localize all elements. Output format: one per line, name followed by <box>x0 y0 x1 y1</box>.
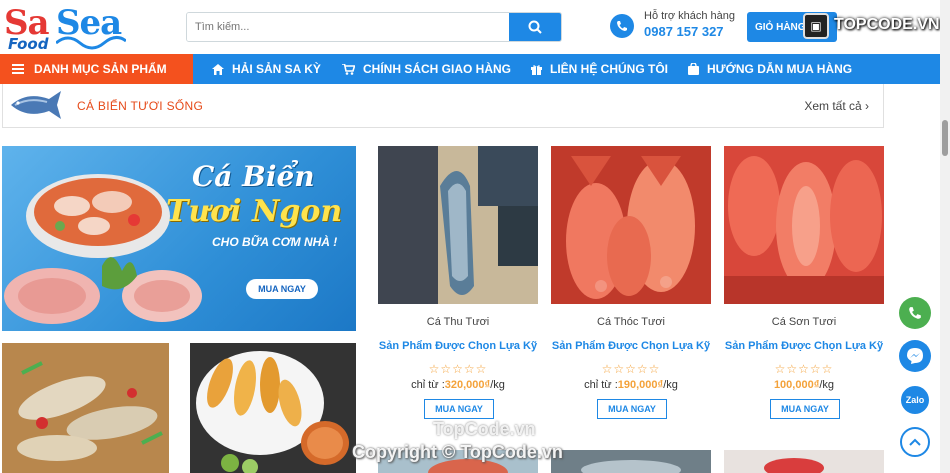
product-name[interactable]: Cá Thóc Tươi <box>551 316 711 328</box>
nav-item-contact[interactable]: LIÊN HỆ CHÚNG TÔI <box>531 54 668 84</box>
nav-item-label: HẢI SẢN SA KỲ <box>232 62 321 76</box>
section-header: CÁ BIỂN TƯƠI SỐNG Xem tất cả › <box>2 84 884 128</box>
snapper-photo <box>724 146 884 304</box>
product-image-partial[interactable] <box>551 450 711 473</box>
nav-item-home[interactable]: HẢI SẢN SA KỲ <box>212 54 321 84</box>
search-input[interactable] <box>187 13 511 41</box>
price-unit: /kg <box>663 379 678 391</box>
banner-buy-button[interactable]: MUA NGAY <box>246 279 318 299</box>
product-name[interactable]: Cá Sơn Tươi <box>724 316 884 328</box>
red-fish-photo <box>551 146 711 304</box>
search-bar <box>186 12 562 42</box>
call-button[interactable] <box>899 297 931 329</box>
product-rating: ☆☆☆☆☆ <box>428 362 488 376</box>
customer-support[interactable]: Hỗ trợ khách hàng 0987 157 327 <box>610 8 740 44</box>
product-rating: ☆☆☆☆☆ <box>601 362 661 376</box>
fish-stew-image <box>2 343 169 473</box>
menu-icon <box>12 64 24 74</box>
product-tagline[interactable]: Sản Phẩm Được Chọn Lựa Kỹ <box>374 340 542 352</box>
cart-label: GIỎ HÀNG <box>755 21 806 33</box>
price-value: 100,000₫ <box>773 379 820 391</box>
nav-item-label: HƯỚNG DẪN MUA HÀNG <box>707 62 853 76</box>
price-unit: /kg <box>490 379 505 391</box>
fried-fish-image <box>190 343 356 473</box>
price-value: 190,000₫ <box>617 379 664 391</box>
product-price: chỉ từ :190,000₫/kg <box>551 379 711 391</box>
buy-now-button[interactable]: MUA NGAY <box>597 399 667 419</box>
banner-title-line1: Cá Biển <box>192 160 315 193</box>
fish-icon <box>11 91 61 119</box>
phone-icon <box>610 14 634 38</box>
page-scrollbar[interactable] <box>940 0 950 473</box>
dish-image-tile[interactable] <box>190 343 356 473</box>
chevron-up-icon <box>909 438 921 446</box>
category-menu-label: DANH MỤC SẢN PHẨM <box>34 62 167 76</box>
messenger-icon <box>907 348 923 364</box>
watermark-text: TopCode.vn <box>433 419 536 439</box>
wave-icon <box>56 36 126 50</box>
main-nav: DANH MỤC SẢN PHẨM HẢI SẢN SA KỲ CHÍNH SÁ… <box>0 54 940 84</box>
support-label: Hỗ trợ khách hàng <box>644 10 735 22</box>
scrollbar-thumb[interactable] <box>942 120 948 156</box>
product-photo <box>724 450 884 473</box>
cart-icon <box>342 63 355 75</box>
nav-item-guide[interactable]: HƯỚNG DẪN MUA HÀNG <box>688 54 852 84</box>
logo-food: Food <box>8 35 49 53</box>
search-button[interactable] <box>509 13 561 41</box>
support-phone[interactable]: 0987 157 327 <box>644 24 724 39</box>
price-value: 320,000₫ <box>444 379 491 391</box>
price-prefix: chỉ từ : <box>584 379 618 391</box>
product-image[interactable] <box>551 146 711 304</box>
product-image-partial[interactable] <box>724 450 884 473</box>
topcode-logo-icon: ▣ <box>803 13 829 39</box>
watermark-copyright: Copyright © TopCode.vn <box>352 442 563 462</box>
product-name[interactable]: Cá Thu Tươi <box>378 316 538 328</box>
zalo-button[interactable]: Zalo <box>899 384 931 416</box>
dish-image-tile[interactable] <box>2 343 169 473</box>
banner-subtitle: CHO BỮA CƠM NHÀ ! <box>212 235 338 249</box>
view-all-link[interactable]: Xem tất cả › <box>804 99 869 113</box>
topcode-logo-text: TOPCODE.VN <box>834 16 940 33</box>
promo-banner[interactable]: Cá Biển Tươi Ngon CHO BỮA CƠM NHÀ ! MUA … <box>2 146 356 331</box>
price-prefix: chỉ từ : <box>411 379 445 391</box>
buy-now-button[interactable]: MUA NGAY <box>770 399 840 419</box>
topcode-watermark-logo: ▣ TOPCODE.VN <box>800 10 950 40</box>
product-tagline[interactable]: Sản Phẩm Được Chọn Lựa Kỹ <box>547 340 715 352</box>
product-tagline[interactable]: Sản Phẩm Được Chọn Lựa Kỹ <box>720 340 888 352</box>
search-icon <box>528 20 542 34</box>
phone-icon <box>909 307 921 319</box>
nav-item-shipping[interactable]: CHÍNH SÁCH GIAO HÀNG <box>342 54 511 84</box>
price-unit: /kg <box>819 379 835 391</box>
product-price: 100,000₫/kg <box>724 379 884 391</box>
nav-item-label: CHÍNH SÁCH GIAO HÀNG <box>363 62 512 76</box>
bag-icon <box>688 63 699 75</box>
home-icon <box>212 63 224 75</box>
section-title: CÁ BIỂN TƯƠI SỐNG <box>77 99 204 113</box>
back-to-top-button[interactable] <box>900 427 930 457</box>
category-menu-button[interactable]: DANH MỤC SẢN PHẨM <box>0 54 193 84</box>
site-logo[interactable]: Sa Sea Food <box>4 3 134 53</box>
banner-title-line2: Tươi Ngon <box>166 194 343 229</box>
zalo-icon: Zalo <box>905 395 925 405</box>
mackerel-photo <box>378 146 538 304</box>
product-image[interactable] <box>378 146 538 304</box>
nav-item-label: LIÊN HỆ CHÚNG TÔI <box>550 62 669 76</box>
buy-now-button[interactable]: MUA NGAY <box>424 399 494 419</box>
gift-icon <box>531 64 542 75</box>
site-header: Sa Sea Food Hỗ trợ khách hàng 0987 157 3… <box>0 0 950 54</box>
banner-food-image <box>4 174 202 324</box>
product-price: chỉ từ :320,000₫/kg <box>378 379 538 391</box>
product-rating: ☆☆☆☆☆ <box>774 362 834 376</box>
messenger-button[interactable] <box>899 340 931 372</box>
product-image[interactable] <box>724 146 884 304</box>
product-photo <box>551 450 711 473</box>
